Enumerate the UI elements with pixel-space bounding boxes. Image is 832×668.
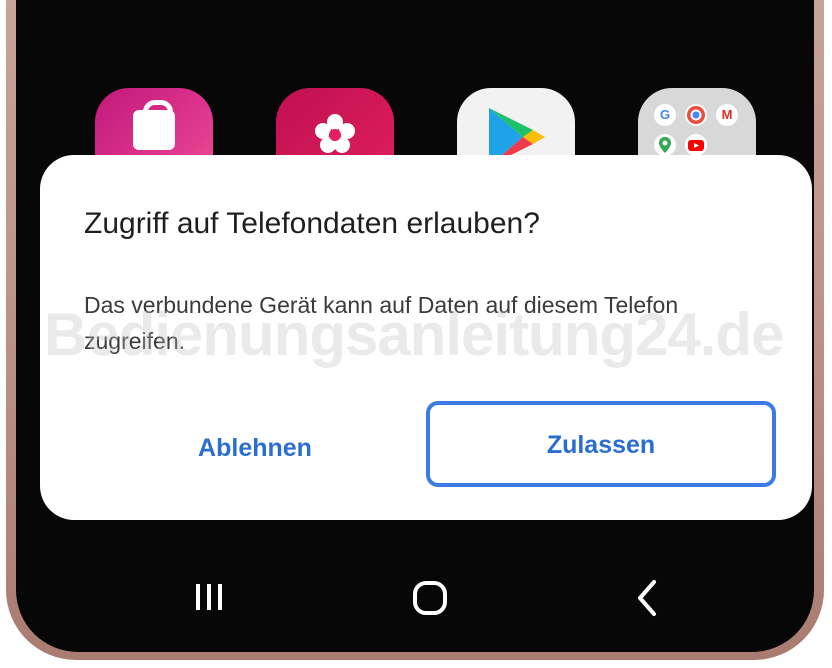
gmail-mini-icon: M bbox=[716, 104, 738, 126]
chrome-mini-icon bbox=[685, 104, 707, 126]
permission-dialog: Zugriff auf Telefondaten erlauben? Das v… bbox=[40, 155, 812, 520]
dialog-message: Das verbundene Gerät kann auf Daten auf … bbox=[84, 292, 679, 354]
deny-button[interactable]: Ablehnen bbox=[130, 413, 380, 481]
dialog-title: Zugriff auf Telefondaten erlauben? bbox=[84, 207, 540, 240]
back-icon[interactable] bbox=[618, 572, 678, 624]
recents-icon[interactable] bbox=[180, 572, 240, 624]
flower-icon bbox=[315, 114, 355, 153]
bag-body-shape bbox=[133, 110, 175, 150]
maps-mini-icon bbox=[654, 134, 676, 156]
screenshot: G M Zugriff auf Telefondaten erlauben? D… bbox=[0, 0, 832, 668]
home-icon[interactable] bbox=[400, 572, 460, 624]
allow-button[interactable]: Zulassen bbox=[426, 401, 776, 487]
youtube-mini-icon bbox=[685, 134, 707, 156]
google-mini-icon: G bbox=[654, 104, 676, 126]
